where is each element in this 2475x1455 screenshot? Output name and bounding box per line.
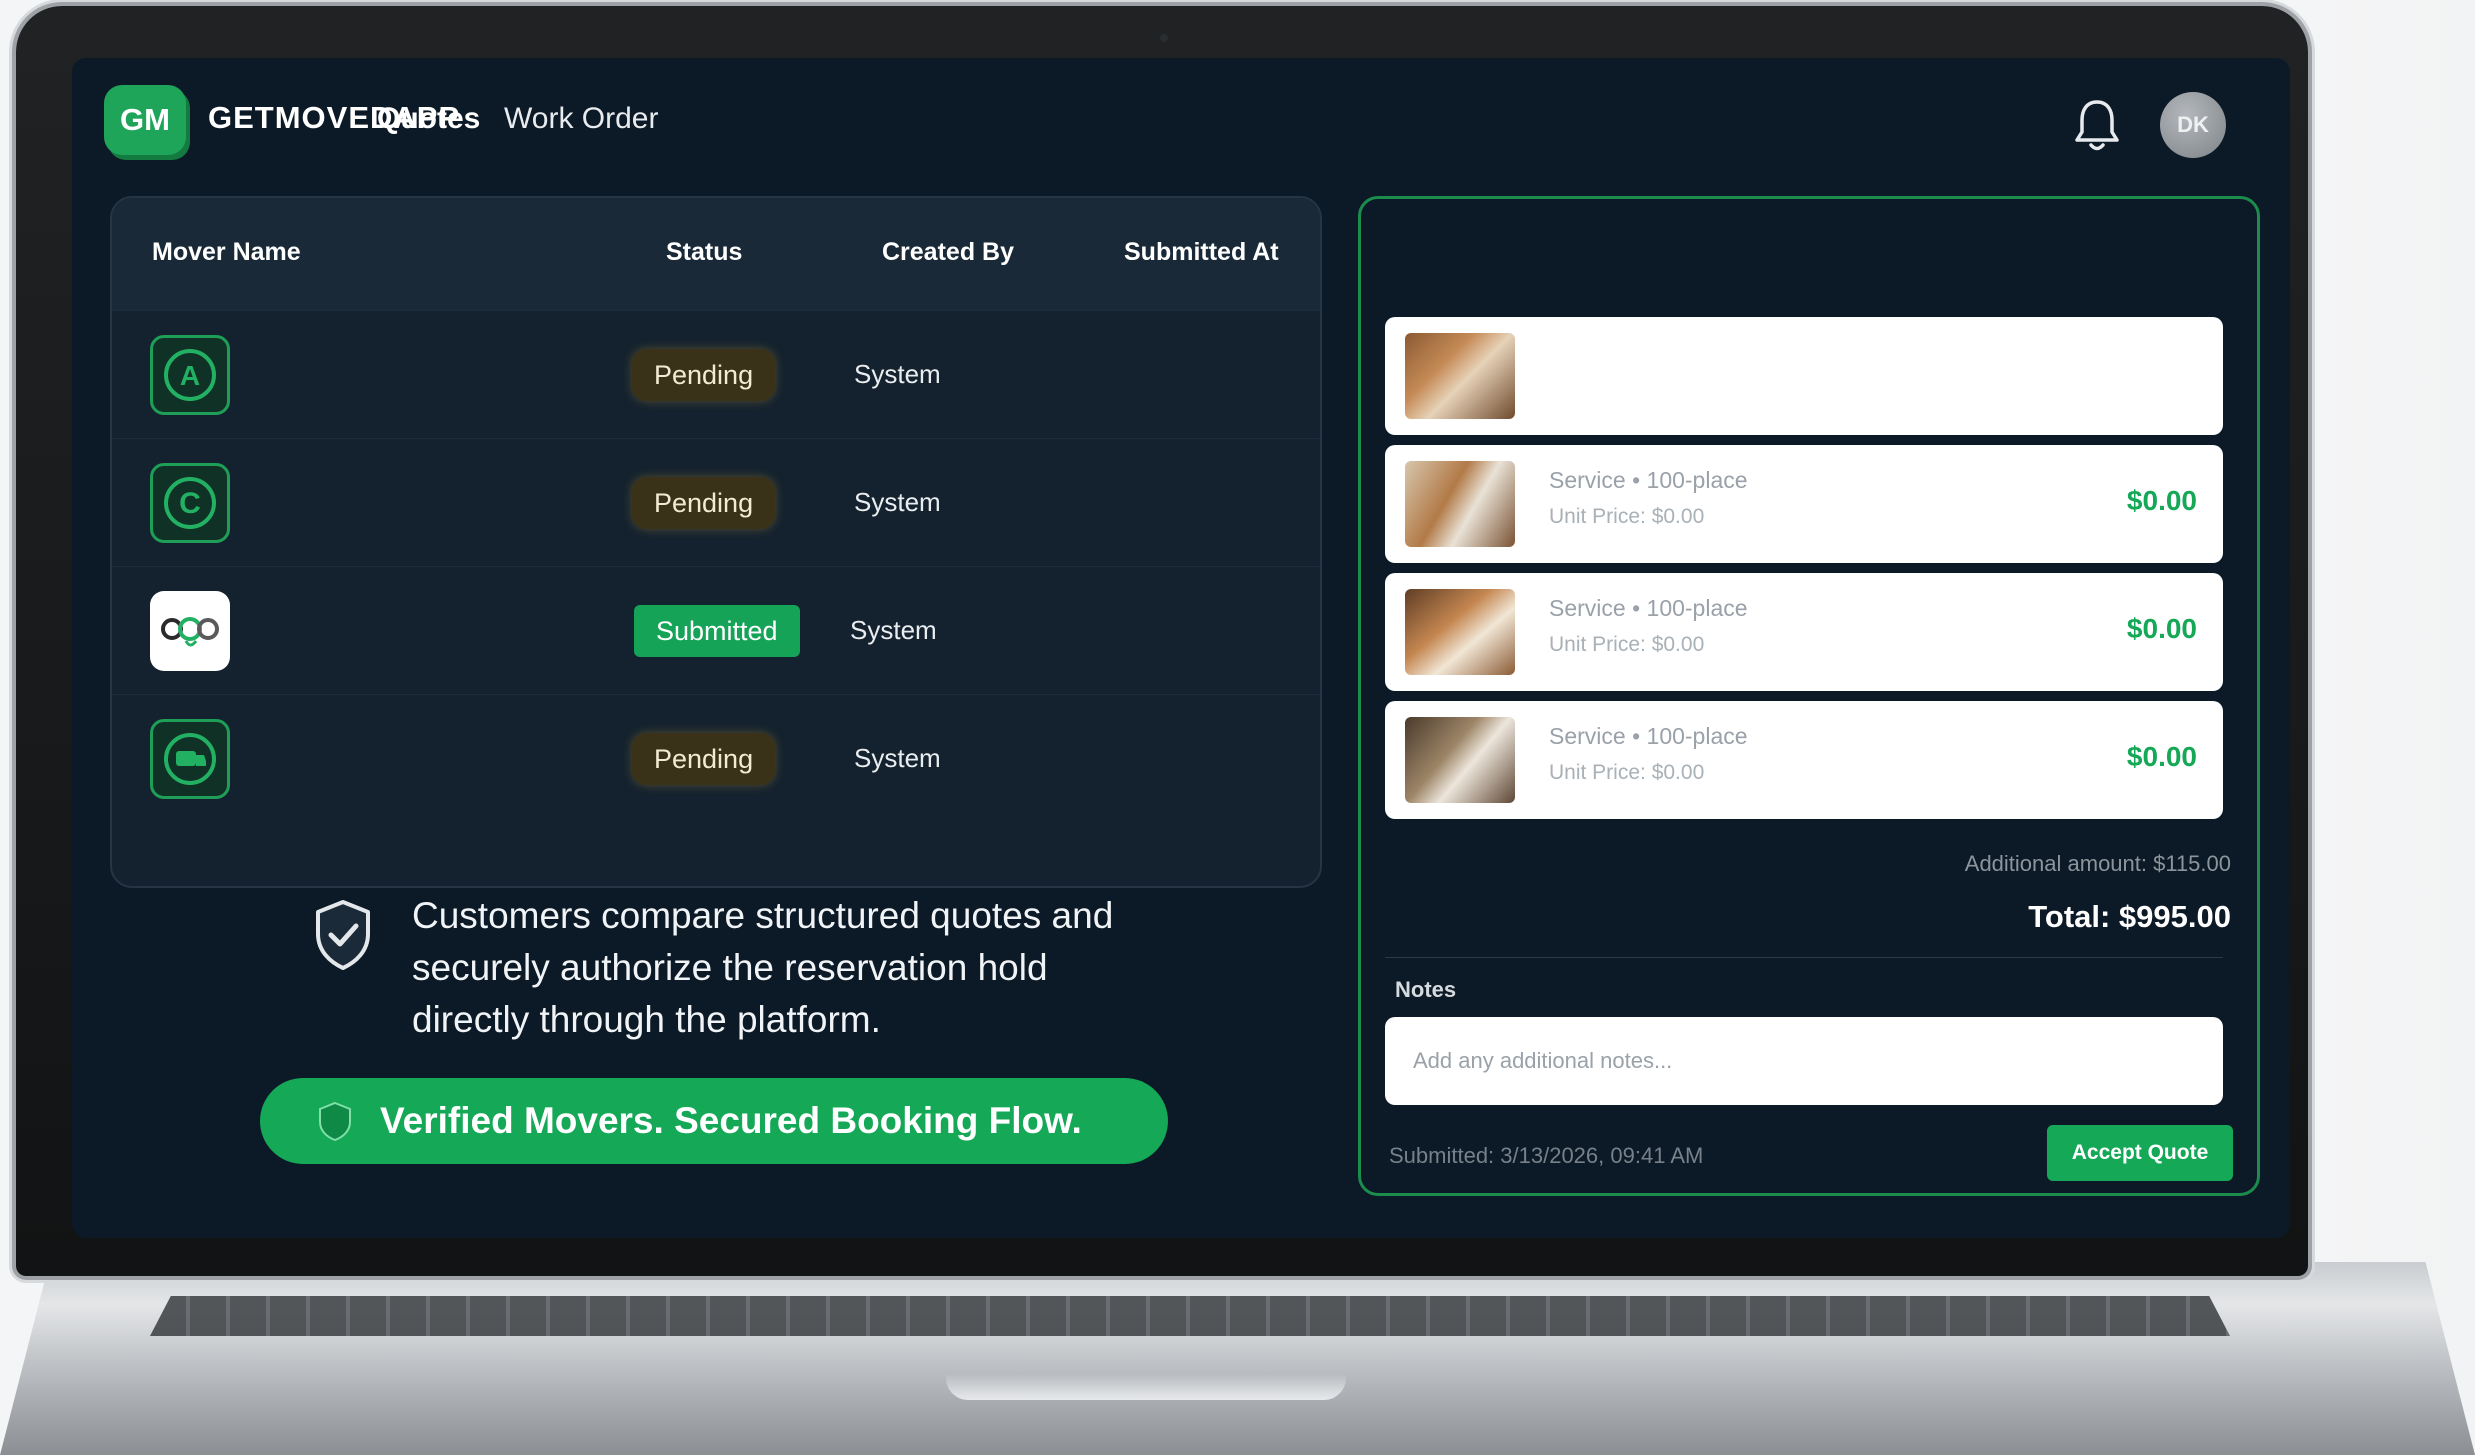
app-screen: GM GETMOVEDAPP Quotes Work Order DK Move… xyxy=(72,58,2290,1238)
created-by: System xyxy=(854,359,941,389)
quote-item-unit-price: Unit Price: $0.00 xyxy=(1549,505,1705,528)
laptop-trackpad-notch xyxy=(946,1374,1346,1400)
quote-item[interactable] xyxy=(1385,317,2223,435)
verified-movers-button[interactable]: Verified Movers. Secured Booking Flow. xyxy=(260,1078,1168,1164)
laptop-lid: GM GETMOVEDAPP Quotes Work Order DK Move… xyxy=(16,6,2308,1276)
column-header-status[interactable]: Status xyxy=(666,238,742,267)
item-photo xyxy=(1405,461,1515,547)
created-by: System xyxy=(850,615,937,645)
item-photo xyxy=(1405,589,1515,675)
column-header-created-by[interactable]: Created By xyxy=(882,238,1014,267)
bell-icon[interactable] xyxy=(2072,96,2122,154)
quote-item[interactable]: Service • 100-place Unit Price: $0.00 $0… xyxy=(1385,573,2223,691)
camera xyxy=(1160,34,1168,42)
table-header: Mover Name Status Created By Submitted A… xyxy=(112,198,1320,310)
item-photo xyxy=(1405,717,1515,803)
table-row[interactable]: A Pending System xyxy=(112,310,1320,439)
mover-logo-letter: C xyxy=(179,487,201,520)
quote-total: Total: $995.00 xyxy=(2028,899,2231,934)
user-avatar[interactable]: DK xyxy=(2160,92,2226,158)
mover-a-logo-icon: A xyxy=(164,349,216,401)
quote-detail-panel: Service • 100-place Unit Price: $0.00 $0… xyxy=(1358,196,2260,1196)
notes-label: Notes xyxy=(1395,977,1457,1002)
quote-item-title: Service • 100-place xyxy=(1549,595,1748,621)
quote-item-title: Service • 100-place xyxy=(1549,467,1748,493)
additional-amount: Additional amount: $115.00 xyxy=(1964,851,2231,876)
notes-input[interactable] xyxy=(1385,1017,2223,1105)
tab-quotes[interactable]: Quotes xyxy=(377,102,480,136)
quote-item-unit-price: Unit Price: $0.00 xyxy=(1549,633,1705,656)
column-header-mover-name[interactable]: Mover Name xyxy=(152,238,301,267)
laptop-base xyxy=(0,1262,2475,1455)
status-badge: Pending xyxy=(632,349,776,401)
quote-item[interactable]: Service • 100-place Unit Price: $0.00 $0… xyxy=(1385,701,2223,819)
quote-item-price: $0.00 xyxy=(2126,613,2197,644)
table-row[interactable]: Pending System xyxy=(112,694,1320,823)
mover-logo xyxy=(150,591,230,671)
mover-c-logo-icon: C xyxy=(164,477,216,529)
quotes-table: Mover Name Status Created By Submitted A… xyxy=(110,196,1322,888)
mover-rings-logo-icon xyxy=(161,617,219,647)
mover-logo xyxy=(150,719,230,799)
quote-item-price: $0.00 xyxy=(2126,741,2197,772)
status-badge: Submitted xyxy=(634,605,800,657)
app-logo[interactable]: GM xyxy=(104,85,186,155)
status-badge: Pending xyxy=(632,477,776,529)
mover-logo-letter: A xyxy=(180,360,200,391)
verified-movers-label: Verified Movers. Secured Booking Flow. xyxy=(380,1100,1082,1141)
mover-logo: C xyxy=(150,463,230,543)
quote-item-price: $0.00 xyxy=(2126,485,2197,516)
mover-truck-logo-icon xyxy=(164,733,216,785)
table-row[interactable]: C Pending System xyxy=(112,438,1320,567)
quote-item-unit-price: Unit Price: $0.00 xyxy=(1549,761,1705,784)
laptop-keyboard xyxy=(150,1296,2230,1336)
submitted-timestamp: Submitted: 3/13/2026, 09:41 AM xyxy=(1389,1143,1704,1168)
shield-icon xyxy=(319,1101,351,1142)
created-by: System xyxy=(854,487,941,517)
item-photo xyxy=(1405,333,1515,419)
status-badge: Pending xyxy=(632,733,776,785)
shield-check-icon xyxy=(316,900,370,970)
tab-work-order[interactable]: Work Order xyxy=(504,102,658,136)
quote-item[interactable]: Service • 100-place Unit Price: $0.00 $0… xyxy=(1385,445,2223,563)
table-row[interactable]: Submitted System xyxy=(112,566,1320,695)
accept-quote-button[interactable]: Accept Quote xyxy=(2047,1125,2233,1181)
divider xyxy=(1385,957,2223,958)
info-description: Customers compare structured quotes and … xyxy=(412,895,1114,1040)
created-by: System xyxy=(854,743,941,773)
mover-logo: A xyxy=(150,335,230,415)
column-header-submitted-at[interactable]: Submitted At xyxy=(1124,238,1279,267)
quote-item-title: Service • 100-place xyxy=(1549,723,1748,749)
